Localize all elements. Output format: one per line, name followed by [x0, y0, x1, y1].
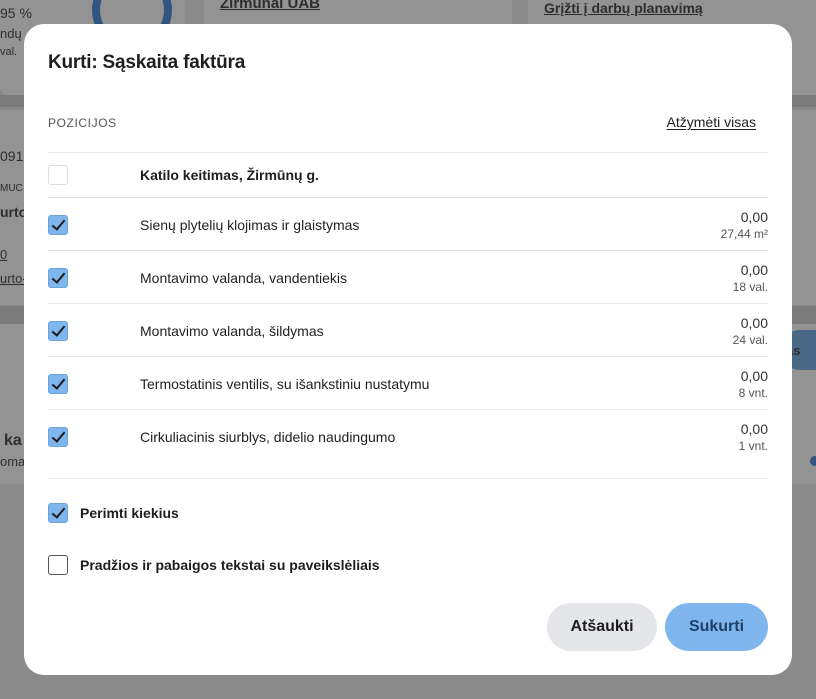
position-checkbox[interactable] — [48, 321, 68, 341]
take-quantities-checkbox[interactable] — [48, 503, 68, 523]
cancel-button[interactable]: Atšaukti — [547, 603, 657, 651]
position-row[interactable]: Sienų plytelių klojimas ir glaistymas 0,… — [48, 198, 768, 251]
position-checkbox[interactable] — [48, 374, 68, 394]
position-amount: 0,00 27,44 m² — [721, 209, 768, 243]
amount-quantity: 27,44 m² — [720, 227, 768, 241]
group-name: Katilo keitimas, Žirmūnų g. — [140, 167, 319, 183]
amount-value: 0,00 — [740, 315, 768, 331]
create-button[interactable]: Sukurti — [665, 603, 768, 651]
position-amount: 0,00 1 vnt. — [739, 421, 768, 455]
amount-quantity: 18 val. — [732, 280, 768, 294]
amount-value: 0,00 — [740, 209, 768, 225]
position-amount: 0,00 18 val. — [733, 262, 768, 296]
position-name: Montavimo valanda, šildymas — [140, 323, 324, 339]
position-checkbox[interactable] — [48, 268, 68, 288]
texts-with-images-label: Pradžios ir pabaigos tekstai su paveiksl… — [80, 557, 380, 573]
position-amount: 0,00 8 vnt. — [739, 368, 768, 402]
create-invoice-dialog: Kurti: Sąskaita faktūra POZICIJOS Atžymė… — [24, 24, 792, 675]
take-quantities-label: Perimti kiekius — [80, 505, 179, 521]
amount-quantity: 24 val. — [732, 333, 768, 347]
amount-quantity: 1 vnt. — [738, 439, 768, 453]
section-label-positions: POZICIJOS — [48, 116, 117, 130]
amount-value: 0,00 — [740, 262, 768, 278]
position-name: Termostatinis ventilis, su išankstiniu n… — [140, 376, 430, 392]
amount-value: 0,00 — [740, 421, 768, 437]
position-row[interactable]: Montavimo valanda, vandentiekis 0,00 18 … — [48, 251, 768, 304]
dialog-title: Kurti: Sąskaita faktūra — [48, 52, 246, 73]
position-checkbox[interactable] — [48, 427, 68, 447]
deselect-all-link[interactable]: Atžymėti visas — [667, 114, 756, 130]
positions-list: Katilo keitimas, Žirmūnų g. Sienų plytel… — [48, 152, 768, 463]
group-row: Katilo keitimas, Žirmūnų g. — [48, 153, 768, 198]
position-name: Sienų plytelių klojimas ir glaistymas — [140, 217, 360, 233]
position-name: Cirkuliacinis siurblys, didelio naudingu… — [140, 429, 396, 445]
position-row[interactable]: Cirkuliacinis siurblys, didelio naudingu… — [48, 410, 768, 463]
position-row[interactable]: Termostatinis ventilis, su išankstiniu n… — [48, 357, 768, 410]
group-checkbox[interactable] — [48, 165, 68, 185]
position-row[interactable]: Montavimo valanda, šildymas 0,00 24 val. — [48, 304, 768, 357]
position-checkbox[interactable] — [48, 215, 68, 235]
texts-with-images-checkbox[interactable] — [48, 555, 68, 575]
position-amount: 0,00 24 val. — [733, 315, 768, 349]
divider — [48, 478, 768, 479]
position-name: Montavimo valanda, vandentiekis — [140, 270, 348, 286]
amount-quantity: 8 vnt. — [738, 386, 768, 400]
amount-value: 0,00 — [740, 368, 768, 384]
